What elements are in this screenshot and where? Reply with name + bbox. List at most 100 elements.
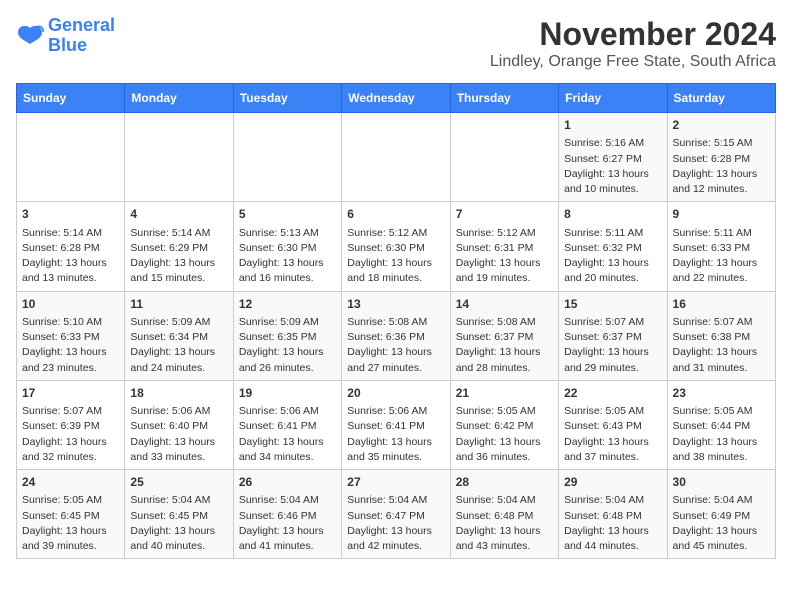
- day-number: 30: [673, 474, 770, 491]
- calendar-cell: 18 Sunrise: 5:06 AM Sunset: 6:40 PM Dayli…: [125, 380, 233, 469]
- calendar-week-row: 17 Sunrise: 5:07 AM Sunset: 6:39 PM Dayli…: [17, 380, 776, 469]
- calendar-cell: 29 Sunrise: 5:04 AM Sunset: 6:48 PM Dayli…: [559, 470, 667, 559]
- calendar-cell: 6 Sunrise: 5:12 AM Sunset: 6:30 PM Daylig…: [342, 202, 450, 291]
- day-number: 28: [456, 474, 553, 491]
- calendar-cell: 22Sunrise: 5:05 AM Sunset: 6:43 PM Dayli…: [559, 380, 667, 469]
- calendar-cell: [17, 113, 125, 202]
- day-content: Sunrise: 5:05 AM Sunset: 6:44 PM Dayligh…: [673, 404, 770, 465]
- day-content: Sunrise: 5:07 AM Sunset: 6:38 PM Dayligh…: [673, 315, 770, 376]
- calendar-week-row: 24 Sunrise: 5:05 AM Sunset: 6:45 PM Dayli…: [17, 470, 776, 559]
- calendar-cell: 28 Sunrise: 5:04 AM Sunset: 6:48 PM Dayli…: [450, 470, 558, 559]
- day-number: 1: [564, 117, 661, 134]
- day-content: Sunrise: 5:06 AM Sunset: 6:41 PM Dayligh…: [239, 404, 336, 465]
- day-number: 8: [564, 206, 661, 223]
- calendar-day-header: Saturday: [667, 84, 775, 113]
- day-content: Sunrise: 5:14 AM Sunset: 6:29 PM Dayligh…: [130, 226, 227, 287]
- day-number: 3: [22, 206, 119, 223]
- day-content: Sunrise: 5:06 AM Sunset: 6:41 PM Dayligh…: [347, 404, 444, 465]
- calendar-cell: 25 Sunrise: 5:04 AM Sunset: 6:45 PM Dayli…: [125, 470, 233, 559]
- calendar-cell: 24 Sunrise: 5:05 AM Sunset: 6:45 PM Dayli…: [17, 470, 125, 559]
- day-content: Sunrise: 5:08 AM Sunset: 6:37 PM Dayligh…: [456, 315, 553, 376]
- calendar-cell: 4 Sunrise: 5:14 AM Sunset: 6:29 PM Daylig…: [125, 202, 233, 291]
- page-subtitle: Lindley, Orange Free State, South Africa: [490, 53, 776, 71]
- day-number: 4: [130, 206, 227, 223]
- calendar-cell: 10Sunrise: 5:10 AM Sunset: 6:33 PM Dayli…: [17, 291, 125, 380]
- day-number: 17: [22, 385, 119, 402]
- title-block: November 2024 Lindley, Orange Free State…: [490, 16, 776, 71]
- calendar-cell: 19Sunrise: 5:06 AM Sunset: 6:41 PM Dayli…: [233, 380, 341, 469]
- day-number: 20: [347, 385, 444, 402]
- day-number: 11: [130, 296, 227, 313]
- calendar-day-header: Tuesday: [233, 84, 341, 113]
- calendar-week-row: 3 Sunrise: 5:14 AM Sunset: 6:28 PM Daylig…: [17, 202, 776, 291]
- logo-text: General Blue: [48, 16, 115, 56]
- calendar-week-row: 10Sunrise: 5:10 AM Sunset: 6:33 PM Dayli…: [17, 291, 776, 380]
- calendar-cell: 21 Sunrise: 5:05 AM Sunset: 6:42 PM Dayli…: [450, 380, 558, 469]
- day-number: 2: [673, 117, 770, 134]
- calendar-cell: 27 Sunrise: 5:04 AM Sunset: 6:47 PM Dayli…: [342, 470, 450, 559]
- calendar-cell: [450, 113, 558, 202]
- calendar-cell: 1 Sunrise: 5:16 AM Sunset: 6:27 PM Daylig…: [559, 113, 667, 202]
- calendar-table: SundayMondayTuesdayWednesdayThursdayFrid…: [16, 83, 776, 559]
- day-number: 15: [564, 296, 661, 313]
- day-content: Sunrise: 5:06 AM Sunset: 6:40 PM Dayligh…: [130, 404, 227, 465]
- calendar-cell: [125, 113, 233, 202]
- day-content: Sunrise: 5:13 AM Sunset: 6:30 PM Dayligh…: [239, 226, 336, 287]
- day-content: Sunrise: 5:14 AM Sunset: 6:28 PM Dayligh…: [22, 226, 119, 287]
- day-number: 9: [673, 206, 770, 223]
- day-number: 5: [239, 206, 336, 223]
- day-content: Sunrise: 5:09 AM Sunset: 6:34 PM Dayligh…: [130, 315, 227, 376]
- day-content: Sunrise: 5:08 AM Sunset: 6:36 PM Dayligh…: [347, 315, 444, 376]
- calendar-cell: 14 Sunrise: 5:08 AM Sunset: 6:37 PM Dayli…: [450, 291, 558, 380]
- calendar-day-header: Friday: [559, 84, 667, 113]
- day-content: Sunrise: 5:04 AM Sunset: 6:48 PM Dayligh…: [564, 493, 661, 554]
- day-number: 24: [22, 474, 119, 491]
- calendar-cell: 3 Sunrise: 5:14 AM Sunset: 6:28 PM Daylig…: [17, 202, 125, 291]
- day-content: Sunrise: 5:12 AM Sunset: 6:30 PM Dayligh…: [347, 226, 444, 287]
- calendar-day-header: Thursday: [450, 84, 558, 113]
- calendar-week-row: 1 Sunrise: 5:16 AM Sunset: 6:27 PM Daylig…: [17, 113, 776, 202]
- day-number: 14: [456, 296, 553, 313]
- day-content: Sunrise: 5:04 AM Sunset: 6:46 PM Dayligh…: [239, 493, 336, 554]
- day-number: 21: [456, 385, 553, 402]
- day-number: 29: [564, 474, 661, 491]
- calendar-cell: 5 Sunrise: 5:13 AM Sunset: 6:30 PM Daylig…: [233, 202, 341, 291]
- calendar-cell: [342, 113, 450, 202]
- day-content: Sunrise: 5:04 AM Sunset: 6:48 PM Dayligh…: [456, 493, 553, 554]
- day-number: 13: [347, 296, 444, 313]
- calendar-cell: 8 Sunrise: 5:11 AM Sunset: 6:32 PM Daylig…: [559, 202, 667, 291]
- day-number: 26: [239, 474, 336, 491]
- day-number: 18: [130, 385, 227, 402]
- calendar-day-header: Sunday: [17, 84, 125, 113]
- logo: General Blue: [16, 16, 115, 56]
- day-number: 27: [347, 474, 444, 491]
- day-content: Sunrise: 5:05 AM Sunset: 6:42 PM Dayligh…: [456, 404, 553, 465]
- page-title: November 2024: [490, 16, 776, 53]
- header: General Blue November 2024 Lindley, Oran…: [16, 16, 776, 71]
- logo-bird-icon: [16, 24, 44, 48]
- day-number: 25: [130, 474, 227, 491]
- day-number: 7: [456, 206, 553, 223]
- day-number: 12: [239, 296, 336, 313]
- day-content: Sunrise: 5:16 AM Sunset: 6:27 PM Dayligh…: [564, 136, 661, 197]
- day-content: Sunrise: 5:11 AM Sunset: 6:32 PM Dayligh…: [564, 226, 661, 287]
- day-content: Sunrise: 5:10 AM Sunset: 6:33 PM Dayligh…: [22, 315, 119, 376]
- day-content: Sunrise: 5:11 AM Sunset: 6:33 PM Dayligh…: [673, 226, 770, 287]
- calendar-header: SundayMondayTuesdayWednesdayThursdayFrid…: [17, 84, 776, 113]
- calendar-cell: 26 Sunrise: 5:04 AM Sunset: 6:46 PM Dayli…: [233, 470, 341, 559]
- day-content: Sunrise: 5:15 AM Sunset: 6:28 PM Dayligh…: [673, 136, 770, 197]
- day-content: Sunrise: 5:09 AM Sunset: 6:35 PM Dayligh…: [239, 315, 336, 376]
- calendar-cell: 16 Sunrise: 5:07 AM Sunset: 6:38 PM Dayli…: [667, 291, 775, 380]
- calendar-cell: 15Sunrise: 5:07 AM Sunset: 6:37 PM Dayli…: [559, 291, 667, 380]
- calendar-day-header: Wednesday: [342, 84, 450, 113]
- day-content: Sunrise: 5:07 AM Sunset: 6:39 PM Dayligh…: [22, 404, 119, 465]
- day-number: 6: [347, 206, 444, 223]
- day-content: Sunrise: 5:04 AM Sunset: 6:45 PM Dayligh…: [130, 493, 227, 554]
- day-number: 16: [673, 296, 770, 313]
- day-number: 23: [673, 385, 770, 402]
- day-content: Sunrise: 5:04 AM Sunset: 6:47 PM Dayligh…: [347, 493, 444, 554]
- calendar-cell: 13 Sunrise: 5:08 AM Sunset: 6:36 PM Dayli…: [342, 291, 450, 380]
- day-content: Sunrise: 5:05 AM Sunset: 6:45 PM Dayligh…: [22, 493, 119, 554]
- calendar-day-header: Monday: [125, 84, 233, 113]
- calendar-cell: 30Sunrise: 5:04 AM Sunset: 6:49 PM Dayli…: [667, 470, 775, 559]
